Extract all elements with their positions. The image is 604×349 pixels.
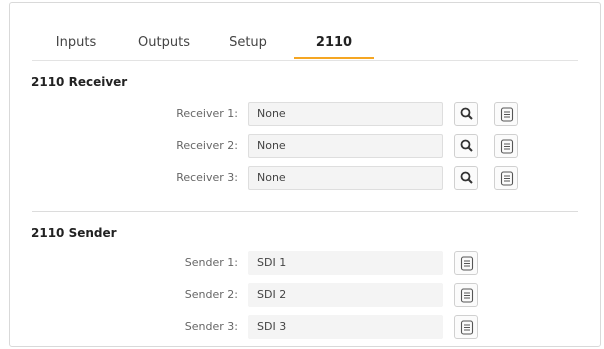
tab-2110-label: 2110: [315, 35, 353, 50]
active-tab-indicator: [294, 57, 374, 59]
receiver-1-field[interactable]: None: [248, 102, 443, 126]
receiver-1-label: Receiver 1:: [176, 107, 238, 120]
receiver-row-3: Receiver 3: None: [10, 166, 600, 190]
sender-2-details-button[interactable]: [454, 283, 478, 307]
receiver-1-search-button[interactable]: [454, 102, 478, 126]
sender-section-title: 2110 Sender: [31, 226, 117, 240]
receiver-2-field[interactable]: None: [248, 134, 443, 158]
sender-row-3: Sender 3: SDI 3: [10, 315, 600, 339]
search-icon: [460, 107, 473, 120]
tab-inputs[interactable]: Inputs: [46, 27, 106, 59]
receiver-3-search-button[interactable]: [454, 166, 478, 190]
sender-1-field: SDI 1: [248, 251, 443, 275]
receiver-row-1: Receiver 1: None: [10, 102, 600, 126]
document-icon: [460, 288, 474, 303]
document-icon: [500, 171, 514, 186]
sender-1-details-button[interactable]: [454, 251, 478, 275]
settings-panel: Inputs Outputs Setup 2110 2110 Receiver …: [9, 2, 601, 347]
document-icon: [500, 139, 514, 154]
document-icon: [500, 107, 514, 122]
sender-2-field: SDI 2: [248, 283, 443, 307]
tab-setup[interactable]: Setup: [220, 27, 276, 59]
sender-3-label: Sender 3:: [184, 320, 238, 333]
sender-row-1: Sender 1: SDI 1: [10, 251, 600, 275]
document-icon: [460, 320, 474, 335]
receiver-2-details-button[interactable]: [494, 134, 518, 158]
section-divider: [32, 211, 578, 212]
search-icon: [460, 139, 473, 152]
document-icon: [460, 256, 474, 271]
receiver-2-label: Receiver 2:: [176, 139, 238, 152]
tab-2110[interactable]: 2110: [294, 27, 374, 59]
receiver-1-details-button[interactable]: [494, 102, 518, 126]
receiver-2-search-button[interactable]: [454, 134, 478, 158]
receiver-row-2: Receiver 2: None: [10, 134, 600, 158]
sender-3-field: SDI 3: [248, 315, 443, 339]
sender-3-details-button[interactable]: [454, 315, 478, 339]
tabs-divider: [32, 60, 578, 61]
tab-bar: Inputs Outputs Setup 2110: [32, 27, 600, 59]
receiver-3-label: Receiver 3:: [176, 171, 238, 184]
sender-1-label: Sender 1:: [184, 256, 238, 269]
receiver-section-title: 2110 Receiver: [31, 75, 128, 89]
search-icon: [460, 171, 473, 184]
tab-outputs[interactable]: Outputs: [128, 27, 200, 59]
sender-2-label: Sender 2:: [184, 288, 238, 301]
receiver-3-field[interactable]: None: [248, 166, 443, 190]
sender-row-2: Sender 2: SDI 2: [10, 283, 600, 307]
receiver-3-details-button[interactable]: [494, 166, 518, 190]
